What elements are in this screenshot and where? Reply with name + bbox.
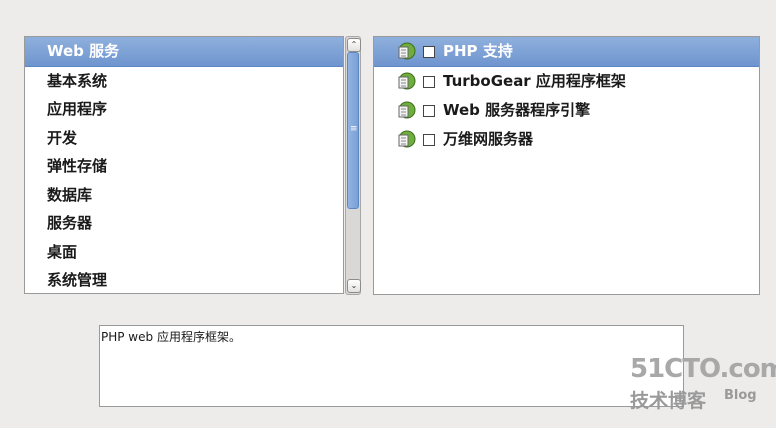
- package-group-list[interactable]: PHP 支持 TurboGear 应用程序框架 Web 服务器程序引擎 万维网服…: [373, 36, 760, 295]
- category-item-base-system[interactable]: 基本系统: [25, 67, 343, 96]
- package-label: TurboGear 应用程序框架: [443, 72, 626, 90]
- category-item-resilient-storage[interactable]: 弹性存储: [25, 152, 343, 181]
- package-item-php[interactable]: PHP 支持: [374, 37, 759, 67]
- package-label: PHP 支持: [443, 42, 513, 60]
- package-group-icon: [398, 72, 416, 90]
- grip-icon: ≡: [350, 124, 358, 134]
- category-item-desktop[interactable]: 桌面: [25, 238, 343, 267]
- chevron-up-icon: ⌃: [350, 40, 358, 49]
- package-item-web-server-engine[interactable]: Web 服务器程序引擎: [374, 96, 759, 125]
- package-group-icon: [398, 42, 416, 60]
- category-scrollbar[interactable]: ⌃ ≡ ⌄: [345, 36, 361, 295]
- package-checkbox[interactable]: [423, 46, 435, 58]
- package-checkbox[interactable]: [423, 105, 435, 117]
- watermark-main: 51CTO.com: [630, 354, 776, 384]
- package-group-icon: [398, 101, 416, 119]
- package-group-icon: [398, 130, 416, 148]
- category-item-system-management[interactable]: 系统管理: [25, 266, 343, 293]
- scrollbar-thumb[interactable]: ≡: [347, 52, 359, 209]
- package-checkbox[interactable]: [423, 76, 435, 88]
- watermark-sub: 技术博客: [630, 390, 707, 412]
- package-label: Web 服务器程序引擎: [443, 101, 591, 119]
- scroll-up-button[interactable]: ⌃: [347, 38, 361, 52]
- package-label: 万维网服务器: [443, 130, 534, 148]
- chevron-down-icon: ⌄: [350, 281, 358, 290]
- category-item-servers[interactable]: 服务器: [25, 209, 343, 238]
- package-item-turbogear[interactable]: TurboGear 应用程序框架: [374, 67, 759, 96]
- package-description: PHP web 应用程序框架。: [99, 325, 684, 407]
- package-checkbox[interactable]: [423, 134, 435, 146]
- category-item-databases[interactable]: 数据库: [25, 181, 343, 210]
- package-selection-screen: Web 服务 基本系统 应用程序 开发 弹性存储 数据库 服务器 桌面 系统管理…: [0, 0, 776, 428]
- category-item-applications[interactable]: 应用程序: [25, 95, 343, 124]
- category-item-web-services[interactable]: Web 服务: [25, 37, 343, 67]
- watermark-blog: Blog: [724, 388, 757, 403]
- scroll-down-button[interactable]: ⌄: [347, 279, 361, 293]
- category-item-development[interactable]: 开发: [25, 124, 343, 153]
- watermark-logo: 51CTO.com 技术博客 Blog: [630, 354, 776, 414]
- package-item-www-server[interactable]: 万维网服务器: [374, 125, 759, 154]
- category-list[interactable]: Web 服务 基本系统 应用程序 开发 弹性存储 数据库 服务器 桌面 系统管理: [24, 36, 344, 294]
- description-text: PHP web 应用程序框架。: [101, 330, 241, 344]
